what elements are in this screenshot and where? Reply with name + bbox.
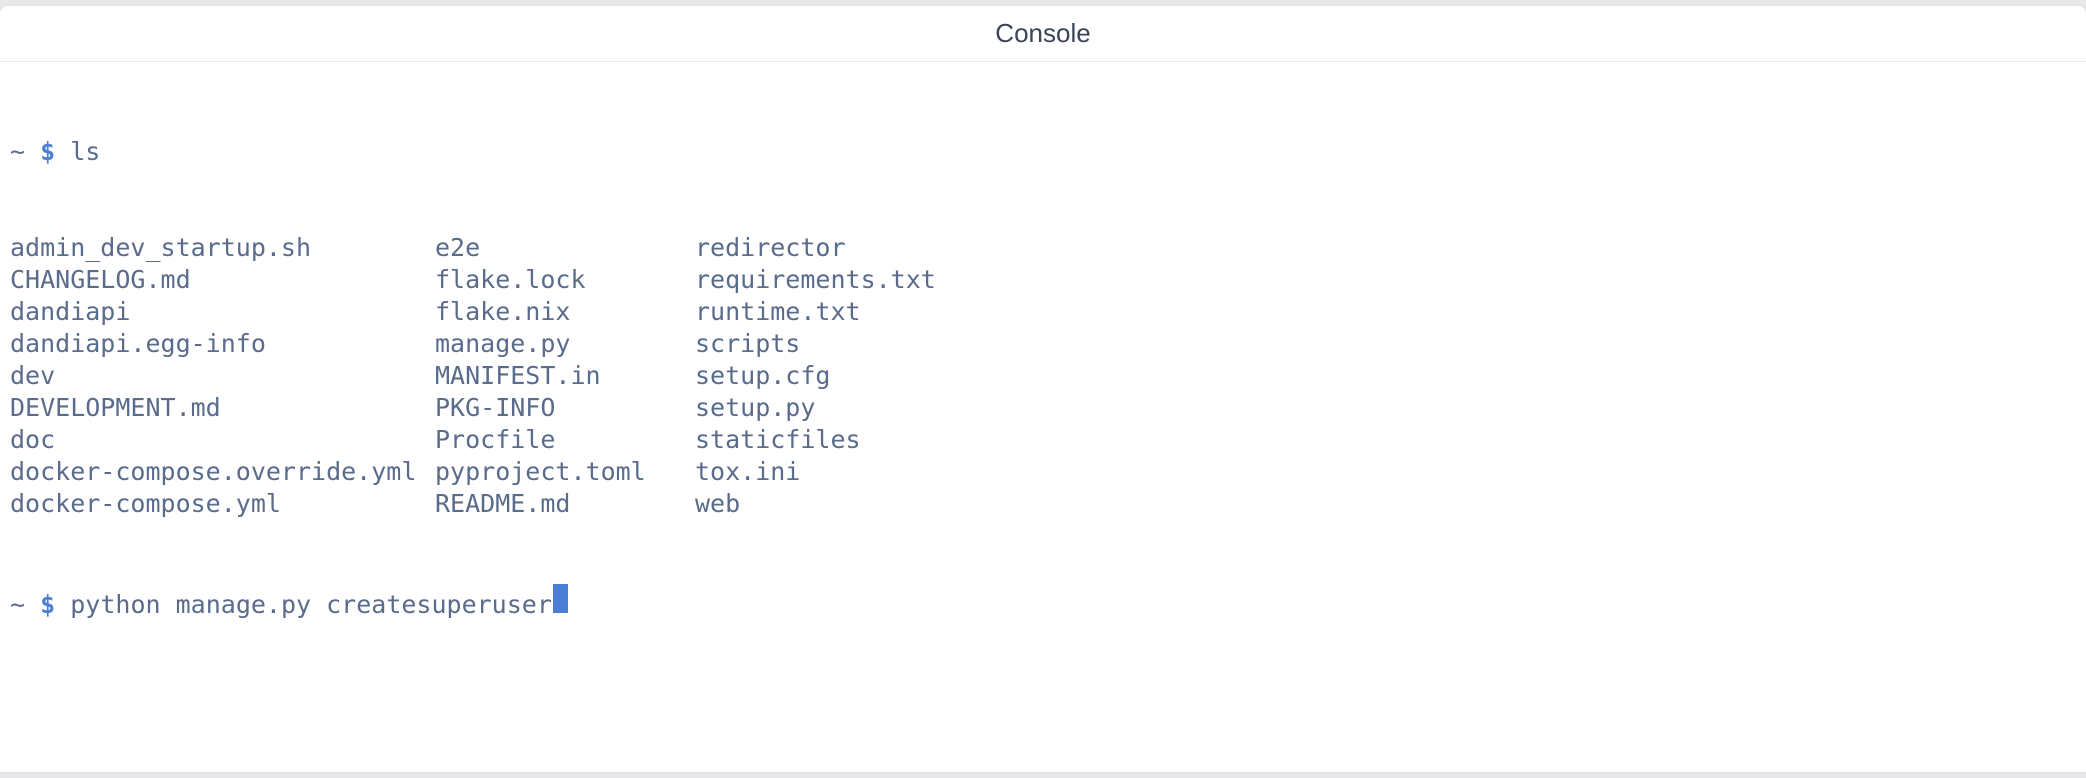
file-item: dandiapi.egg-info <box>10 328 435 360</box>
prompt-tilde: ~ <box>10 589 25 621</box>
file-item: web <box>695 488 936 520</box>
ls-column-3: redirector requirements.txt runtime.txt … <box>695 232 936 520</box>
prompt-dollar: $ <box>40 589 55 621</box>
file-item: admin_dev_startup.sh <box>10 232 435 264</box>
prompt-line-1: ~ $ ls <box>10 136 2076 168</box>
ls-output: admin_dev_startup.sh CHANGELOG.md dandia… <box>10 232 2076 520</box>
window-title: Console <box>995 18 1090 49</box>
file-item: staticfiles <box>695 424 936 456</box>
file-item: PKG-INFO <box>435 392 695 424</box>
file-item: dev <box>10 360 435 392</box>
ls-column-2: e2e flake.lock flake.nix manage.py MANIF… <box>435 232 695 520</box>
file-item: docker-compose.override.yml <box>10 456 435 488</box>
command-text: ls <box>70 136 100 168</box>
terminal[interactable]: ~ $ ls admin_dev_startup.sh CHANGELOG.md… <box>0 62 2086 772</box>
file-item: e2e <box>435 232 695 264</box>
file-item: Procfile <box>435 424 695 456</box>
file-item: setup.cfg <box>695 360 936 392</box>
file-item: redirector <box>695 232 936 264</box>
file-item: runtime.txt <box>695 296 936 328</box>
file-item: tox.ini <box>695 456 936 488</box>
prompt-dollar: $ <box>40 136 55 168</box>
file-item: CHANGELOG.md <box>10 264 435 296</box>
ls-column-1: admin_dev_startup.sh CHANGELOG.md dandia… <box>10 232 435 520</box>
file-item: dandiapi <box>10 296 435 328</box>
file-item: DEVELOPMENT.md <box>10 392 435 424</box>
file-item: pyproject.toml <box>435 456 695 488</box>
cursor <box>553 584 568 613</box>
file-item: flake.nix <box>435 296 695 328</box>
file-item: docker-compose.yml <box>10 488 435 520</box>
file-item: README.md <box>435 488 695 520</box>
command-text: python manage.py createsuperuser <box>70 589 552 621</box>
file-item: MANIFEST.in <box>435 360 695 392</box>
console-window: Console ~ $ ls admin_dev_startup.sh CHAN… <box>0 6 2086 772</box>
titlebar: Console <box>0 6 2086 62</box>
prompt-line-2: ~ $ python manage.py createsuperuser <box>10 584 2076 621</box>
file-item: scripts <box>695 328 936 360</box>
file-item: doc <box>10 424 435 456</box>
file-item: manage.py <box>435 328 695 360</box>
prompt-tilde: ~ <box>10 136 25 168</box>
file-item: requirements.txt <box>695 264 936 296</box>
file-item: setup.py <box>695 392 936 424</box>
file-item: flake.lock <box>435 264 695 296</box>
